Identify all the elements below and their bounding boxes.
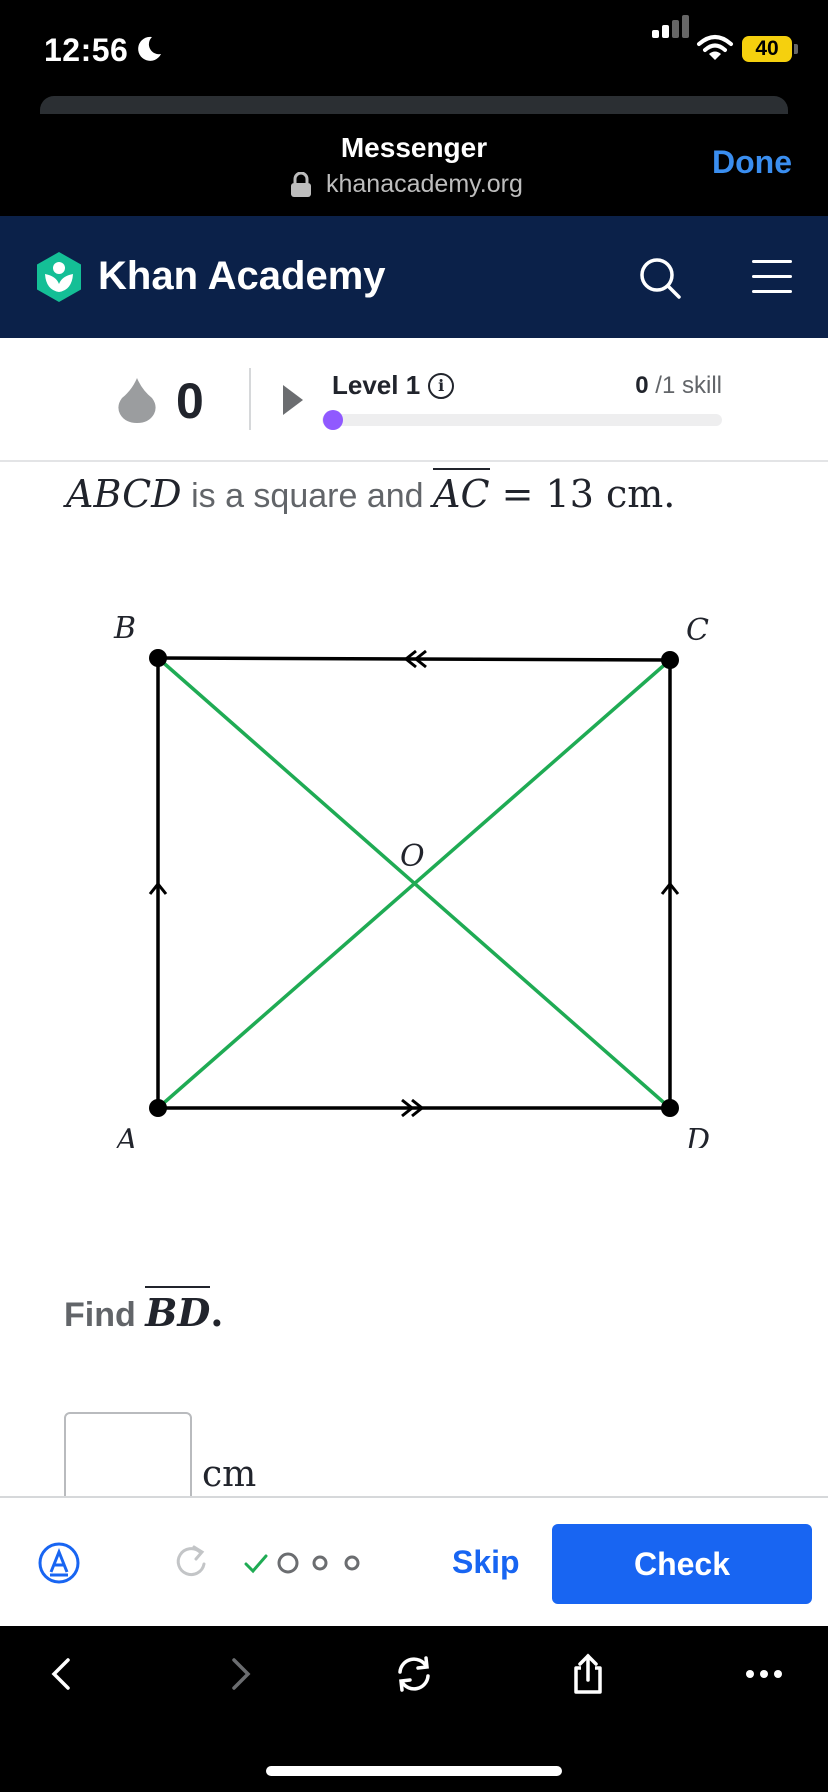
vertex-b xyxy=(149,649,167,667)
label-a: A xyxy=(113,1123,138,1148)
wifi-icon xyxy=(697,35,733,60)
url-text: khanacademy.org xyxy=(326,170,523,198)
url-display: khanacademy.org xyxy=(290,170,523,199)
skills-done: 0 xyxy=(635,372,649,399)
progress-row: 0 Level 1 i 0 /1 skill xyxy=(0,338,828,462)
question-statement: ABCD is a square and AC = 13 cm. xyxy=(66,468,676,516)
browser-bottom-bar xyxy=(0,1626,828,1792)
back-icon[interactable] xyxy=(40,1652,84,1696)
find-suffix: . xyxy=(210,1290,224,1335)
play-icon[interactable] xyxy=(282,384,304,416)
answer-unit: cm xyxy=(202,1454,257,1495)
done-button[interactable]: Done xyxy=(712,144,792,181)
streak-count: 0 xyxy=(176,373,204,429)
level-progress-indicator xyxy=(323,410,343,430)
forward-icon[interactable] xyxy=(218,1652,262,1696)
level-label: Level 1 i xyxy=(332,370,455,401)
moon-icon xyxy=(138,36,161,61)
vertex-a xyxy=(149,1099,167,1117)
vertex-d xyxy=(661,1099,679,1117)
lock-icon xyxy=(291,171,311,197)
streak-flame-icon xyxy=(118,378,156,423)
share-icon[interactable] xyxy=(566,1652,610,1696)
browser-sheet-header: Messenger khanacademy.org Done xyxy=(0,96,828,216)
exercise-content: 0 Level 1 i 0 /1 skill ABCD is a square … xyxy=(0,338,828,1496)
skills-total: /1 skill xyxy=(648,372,722,399)
shape-name: ABCD xyxy=(66,472,182,516)
search-icon[interactable] xyxy=(638,256,682,300)
find-prompt: Find BD. xyxy=(64,1286,224,1335)
home-indicator[interactable] xyxy=(266,1766,562,1776)
exercise-toolbar: Skip Check xyxy=(0,1496,828,1626)
skip-button[interactable]: Skip xyxy=(452,1544,520,1581)
brand-name[interactable]: Khan Academy xyxy=(98,254,386,299)
sheet-handle[interactable] xyxy=(40,96,788,114)
find-prefix: Find xyxy=(64,1296,146,1334)
attempt-dots-icon xyxy=(244,1552,360,1574)
more-icon[interactable] xyxy=(742,1652,786,1696)
divider xyxy=(249,368,251,430)
khan-academy-logo-icon[interactable] xyxy=(32,250,86,304)
hamburger-menu-icon[interactable] xyxy=(752,260,792,294)
battery-icon: 40 xyxy=(742,36,792,62)
level-progress-bar xyxy=(322,414,722,426)
khan-navbar: Khan Academy xyxy=(0,216,828,338)
segment-ac-value: = 13 cm. xyxy=(489,472,676,516)
reload-icon[interactable] xyxy=(392,1652,436,1696)
status-time: 12:56 xyxy=(44,32,129,68)
status-bar: 12:56 40 xyxy=(0,0,828,96)
segment-bd: BD xyxy=(145,1286,211,1335)
info-icon[interactable]: i xyxy=(428,372,455,399)
redo-icon[interactable] xyxy=(172,1542,212,1582)
level-text: Level 1 xyxy=(332,370,421,400)
sheet-title: Messenger xyxy=(340,132,488,163)
label-c: C xyxy=(686,613,709,648)
skill-count: 0 /1 skill xyxy=(635,372,722,400)
square-diagram: A B C D O xyxy=(113,611,710,1148)
question-mid-text: is a square and xyxy=(181,477,434,515)
label-o: O xyxy=(400,839,425,874)
segment-ac: AC xyxy=(433,468,490,516)
battery-tip xyxy=(794,44,798,54)
check-button[interactable]: Check xyxy=(552,1524,812,1604)
answer-input[interactable] xyxy=(64,1412,192,1496)
label-d: D xyxy=(685,1123,710,1148)
vertex-c xyxy=(661,651,679,669)
label-b: B xyxy=(113,611,136,646)
accessibility-icon[interactable] xyxy=(38,1542,80,1584)
